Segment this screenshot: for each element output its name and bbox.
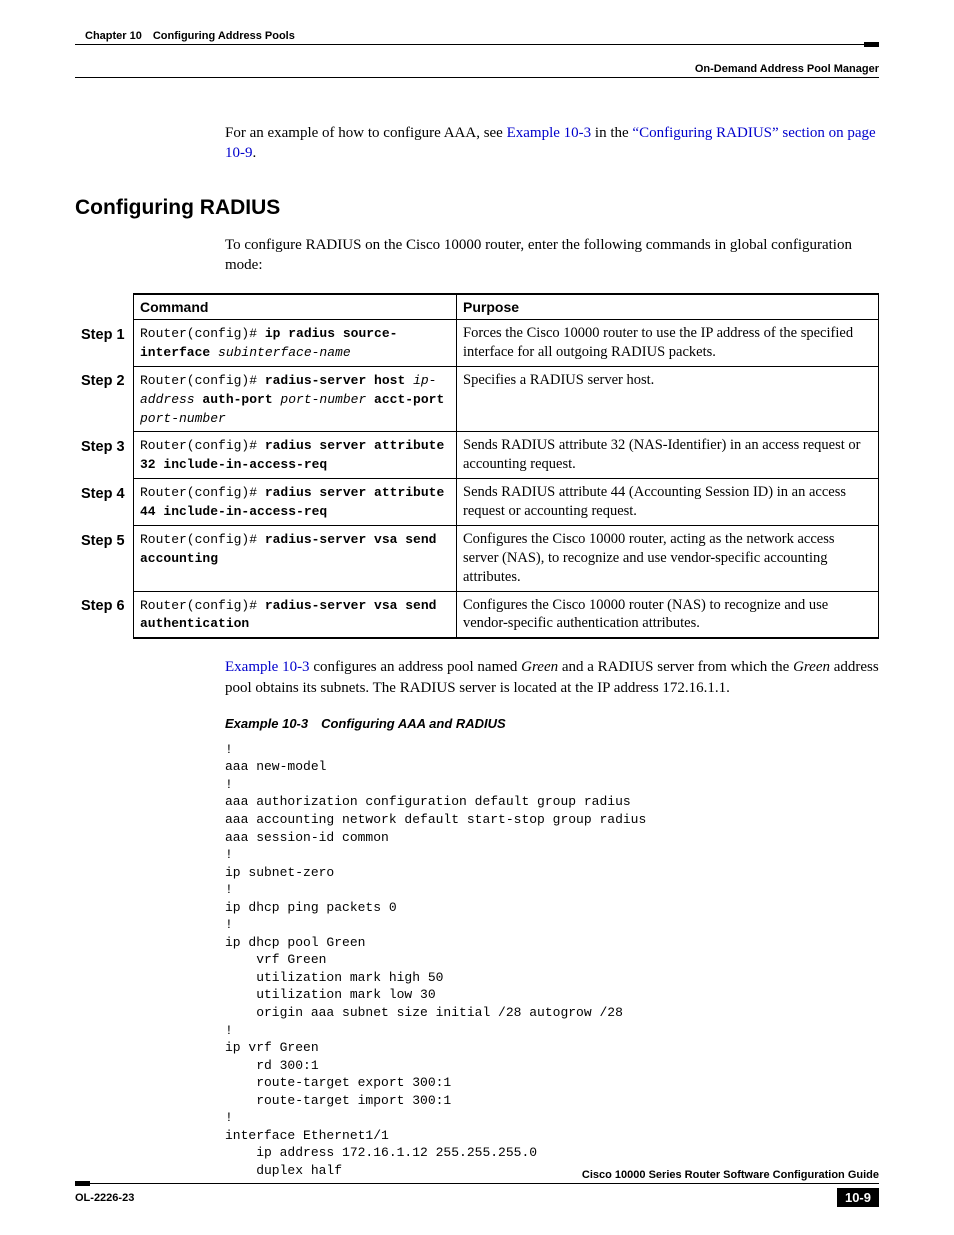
header-chapter: Chapter 10 Configuring Address Pools — [85, 30, 879, 42]
table-row: Step 1 Router(config)# ip radius source-… — [75, 320, 879, 367]
purpose-text: Configures the Cisco 10000 router (NAS) … — [457, 591, 879, 638]
command-text: Router(config)# radius-server vsa send a… — [140, 532, 436, 566]
table-row: Step 4 Router(config)# radius server att… — [75, 479, 879, 526]
section-title: Configuring RADIUS — [75, 196, 879, 220]
link-example-10-3-b[interactable]: Example 10-3 — [225, 659, 310, 675]
table-row: Step 6 Router(config)# radius-server vsa… — [75, 591, 879, 638]
header-rule — [75, 44, 879, 45]
intro-pre: For an example of how to configure AAA, … — [225, 125, 507, 141]
command-table: Command Purpose Step 1 Router(config)# i… — [75, 293, 879, 639]
step-label: Step 3 — [75, 432, 134, 479]
purpose-text: Forces the Cisco 10000 router to use the… — [457, 320, 879, 367]
command-text: Router(config)# radius server attribute … — [140, 485, 444, 519]
intro-post: . — [253, 145, 257, 161]
step-label: Step 6 — [75, 591, 134, 638]
intro-mid: in the — [591, 125, 632, 141]
command-text: Router(config)# ip radius source-interfa… — [140, 326, 397, 360]
purpose-text: Specifies a RADIUS server host. — [457, 366, 879, 432]
col-purpose: Purpose — [457, 294, 879, 320]
footer-guide: Cisco 10000 Series Router Software Confi… — [75, 1169, 879, 1181]
after-table-paragraph: Example 10-3 configures an address pool … — [225, 657, 879, 698]
page-number: 10-9 — [837, 1188, 879, 1207]
footer: Cisco 10000 Series Router Software Confi… — [75, 1169, 879, 1207]
purpose-text: Configures the Cisco 10000 router, actin… — [457, 526, 879, 592]
command-text: Router(config)# radius server attribute … — [140, 438, 444, 472]
intro-paragraph: For an example of how to configure AAA, … — [225, 123, 879, 164]
example-title: Example 10-3 Configuring AAA and RADIUS — [225, 716, 879, 731]
table-row: Step 3 Router(config)# radius server att… — [75, 432, 879, 479]
header-section: On-Demand Address Pool Manager — [75, 63, 879, 75]
link-example-10-3[interactable]: Example 10-3 — [507, 125, 592, 141]
step-label: Step 2 — [75, 366, 134, 432]
purpose-text: Sends RADIUS attribute 32 (NAS-Identifie… — [457, 432, 879, 479]
step-label: Step 4 — [75, 479, 134, 526]
step-label: Step 1 — [75, 320, 134, 367]
table-row: Step 5 Router(config)# radius-server vsa… — [75, 526, 879, 592]
purpose-text: Sends RADIUS attribute 44 (Accounting Se… — [457, 479, 879, 526]
header-subrule — [75, 77, 879, 78]
footer-rule — [75, 1183, 879, 1184]
lead-paragraph: To configure RADIUS on the Cisco 10000 r… — [225, 235, 879, 276]
code-listing: ! aaa new-model ! aaa authorization conf… — [225, 741, 879, 1180]
command-text: Router(config)# radius-server vsa send a… — [140, 598, 436, 632]
table-row: Step 2 Router(config)# radius-server hos… — [75, 366, 879, 432]
step-label: Step 5 — [75, 526, 134, 592]
col-command: Command — [134, 294, 457, 320]
command-text: Router(config)# radius-server host ip-ad… — [140, 373, 444, 426]
footer-doc-id: OL-2226-23 — [75, 1192, 134, 1204]
